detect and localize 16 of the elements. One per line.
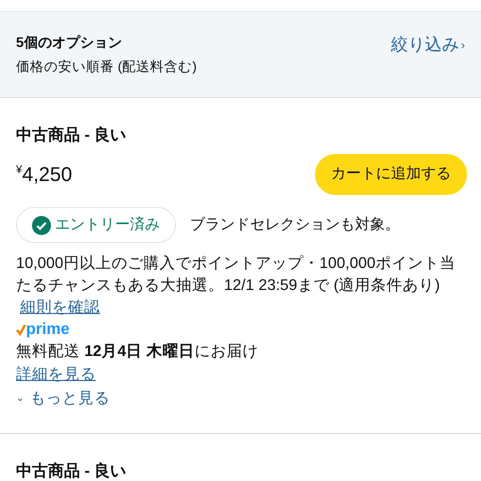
prime-logo: prime — [16, 320, 70, 340]
details-link[interactable]: 詳細を見る — [16, 366, 96, 383]
rules-link[interactable]: 細則を確認 — [20, 299, 100, 316]
entry-badge: エントリー済み — [16, 207, 176, 243]
options-title: 5個のオプション — [16, 32, 123, 52]
condition-title: 中古商品 - 良い — [16, 125, 128, 146]
sort-text: 価格の安い順番 (配送料含む) — [16, 58, 197, 76]
delivery-text: 無料配送 12月4日 木曜日にお届け — [16, 342, 260, 362]
brand-note: ブランドセレクションも対象。 — [190, 214, 400, 235]
filter-link[interactable]: 絞り込み› — [391, 32, 465, 58]
promo-text: 10,000円以上のご購入でポイントアップ・100,000ポイント当たるチャンスもある大抽選。12/1 23:59まで (適用条件あり) 細則を確認 — [16, 254, 456, 318]
add-to-cart-button[interactable]: カートに追加する — [315, 154, 467, 195]
condition-title: 中古商品 - 良い — [16, 461, 128, 481]
check-icon — [32, 216, 51, 234]
see-more-link[interactable]: ⌄ もっと見る — [16, 387, 110, 411]
price: ¥4,250 — [16, 162, 72, 188]
